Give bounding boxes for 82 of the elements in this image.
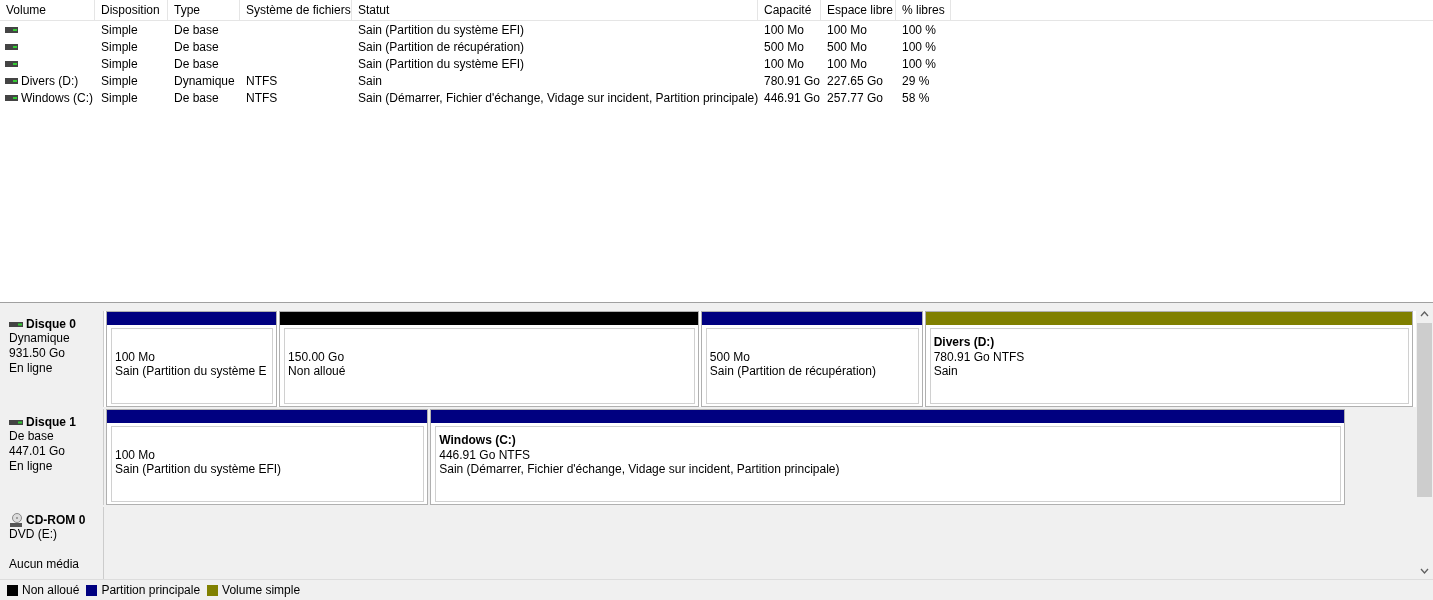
- table-cell: 446.91 Go: [764, 90, 821, 105]
- table-cell: 257.77 Go: [827, 90, 884, 105]
- partition-status: Sain: [933, 364, 959, 378]
- table-cell: 100 %: [902, 22, 937, 37]
- column-header[interactable]: Type: [168, 0, 240, 20]
- table-cell: Simple: [101, 56, 138, 71]
- table-cell: 100 Mo: [764, 22, 805, 37]
- partition-size: 446.91 Go NTFS: [439, 448, 531, 462]
- disk-name: Disque 1: [26, 415, 76, 429]
- table-cell: NTFS: [246, 73, 278, 88]
- disk-info: Dynamique: [9, 331, 70, 345]
- table-cell: De base: [174, 56, 219, 71]
- disk-info: Aucun média: [9, 557, 80, 571]
- table-cell: NTFS: [246, 90, 278, 105]
- partition-size: 500 Mo: [709, 350, 751, 364]
- table-cell: 100 %: [902, 56, 937, 71]
- table-cell: 100 Mo: [764, 56, 805, 71]
- drive-icon: [5, 77, 18, 84]
- table-cell: De base: [174, 39, 219, 54]
- table-cell: Simple: [101, 73, 138, 88]
- table-cell: Windows (C:): [21, 90, 93, 105]
- table-cell: 500 Mo: [764, 39, 805, 54]
- disk-name: CD-ROM 0: [26, 513, 86, 527]
- table-cell: Divers (D:): [21, 73, 79, 88]
- disk-info: 447.01 Go: [9, 444, 66, 458]
- column-header[interactable]: Statut: [352, 0, 758, 20]
- table-cell: Simple: [101, 39, 138, 54]
- partition-status: Sain (Partition du système EFI): [115, 462, 283, 476]
- disk-info: En ligne: [9, 459, 53, 473]
- partition-status: Sain (Partition du système E: [115, 364, 268, 378]
- partition-block[interactable]: 100 Mo Sain (Partition du système EFI): [106, 409, 429, 505]
- disk-info: En ligne: [9, 361, 53, 375]
- drive-icon: [5, 94, 18, 101]
- table-cell: Simple: [101, 90, 138, 105]
- partition-size: 100 Mo: [115, 448, 157, 462]
- volume-name: Divers (D:): [933, 335, 996, 350]
- legend-label: Non alloué: [22, 583, 80, 597]
- legend-label: Partition principale: [101, 583, 201, 597]
- partition-size: 780.91 Go NTFS: [933, 350, 1026, 364]
- disk-info: DVD (E:): [9, 527, 57, 541]
- partition-block[interactable]: Divers (D:) 780.91 Go NTFS Sain: [924, 311, 1413, 407]
- drive-icon: [5, 43, 18, 50]
- table-cell: Sain: [358, 73, 383, 88]
- table-cell: De base: [174, 22, 219, 37]
- table-cell: Sain (Partition du système EFI): [358, 22, 525, 37]
- partition-block[interactable]: Windows (C:) 446.91 Go NTFS Sain (Démarrer, Fichier d'échange, Vidage sur incident, Partition principale): [430, 409, 1345, 505]
- column-header[interactable]: % libres: [896, 0, 951, 20]
- partition-status: Sain (Démarrer, Fichier d'échange, Vidage sur incident, Partition principale): [439, 462, 841, 476]
- partition-size: 100 Mo: [115, 350, 157, 364]
- partition-block[interactable]: 500 Mo Sain (Partition de récupération): [700, 311, 923, 407]
- partition-status: Sain (Partition de récupération): [709, 364, 877, 378]
- table-cell: Sain (Partition du système EFI): [358, 56, 525, 71]
- drive-icon: [5, 26, 18, 33]
- table-cell: 100 %: [902, 39, 937, 54]
- table-cell: 100 Mo: [827, 22, 868, 37]
- column-header[interactable]: Espace libre: [821, 0, 896, 20]
- disk-name: Disque 0: [26, 317, 76, 331]
- table-cell: 29 %: [902, 73, 930, 88]
- table-cell: Simple: [101, 22, 138, 37]
- table-cell: 227.65 Go: [827, 73, 884, 88]
- table-cell: 100 Mo: [827, 56, 868, 71]
- partition-status: Non alloué: [288, 364, 347, 378]
- legend-label: Volume simple: [222, 583, 301, 597]
- column-header[interactable]: Volume: [0, 0, 95, 20]
- disk-info: 931.50 Go: [9, 346, 66, 360]
- drive-icon: [5, 60, 18, 67]
- column-header[interactable]: Capacité: [758, 0, 821, 20]
- table-cell: Sain (Partition de récupération): [358, 39, 525, 54]
- disk-info: De base: [9, 429, 54, 443]
- column-header[interactable]: Système de fichiers: [240, 0, 352, 20]
- cd-drive-icon: [9, 513, 23, 527]
- column-header[interactable]: Disposition: [95, 0, 168, 20]
- volume-name: Windows (C:): [439, 433, 517, 448]
- table-cell: Dynamique: [174, 73, 235, 88]
- partition-block[interactable]: 150.00 Go Non alloué: [279, 311, 699, 407]
- table-cell: 58 %: [902, 90, 930, 105]
- table-cell: 500 Mo: [827, 39, 868, 54]
- partition-size: 150.00 Go: [288, 350, 346, 364]
- table-cell: 780.91 Go: [764, 73, 821, 88]
- table-cell: Sain (Démarrer, Fichier d'échange, Vidage sur incident, Partition principale): [358, 90, 759, 105]
- table-cell: De base: [174, 90, 219, 105]
- partition-block[interactable]: 100 Mo Sain (Partition du système E: [106, 311, 278, 407]
